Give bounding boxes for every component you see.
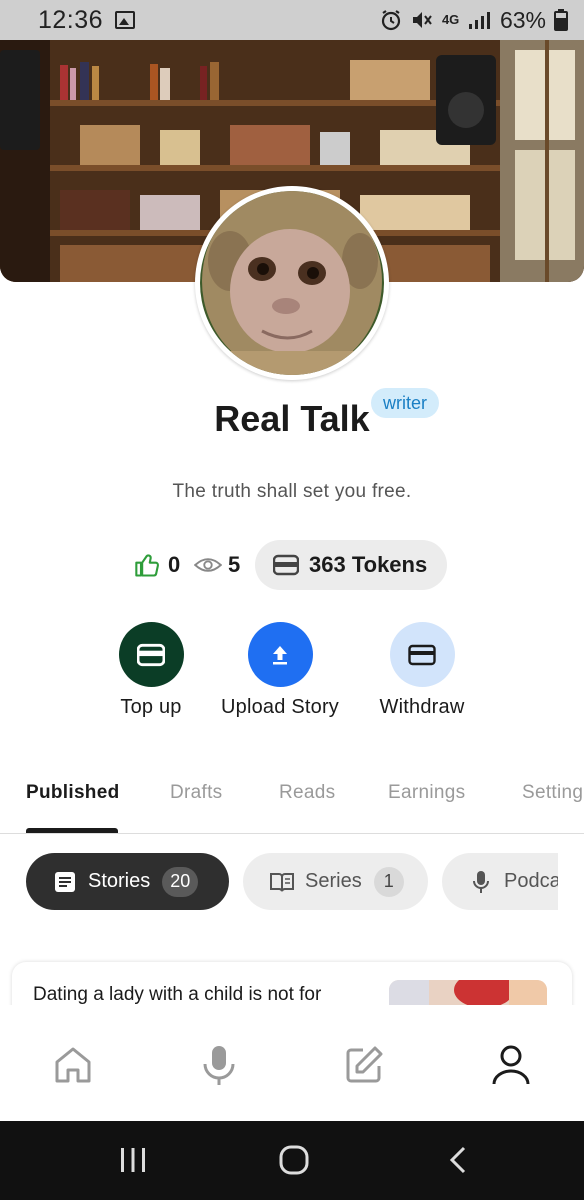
upload-story-circle [247, 622, 313, 687]
battery-percent: 63% [499, 6, 546, 33]
story-title: Dating a lady with a child is not for [33, 984, 322, 1005]
back-button[interactable] [446, 1145, 470, 1175]
card-icon [408, 644, 436, 665]
upload-story-button[interactable]: Upload Story [220, 622, 340, 719]
withdraw-label: Withdraw [379, 696, 465, 718]
tab-settings[interactable]: Setting [522, 782, 583, 804]
profile-avatar[interactable] [195, 186, 389, 380]
chip-series[interactable]: Series 1 [243, 853, 428, 910]
chip-stories[interactable]: Stories 20 [26, 853, 229, 910]
content-type-chips: Stories 20 Series 1 Podca [0, 853, 558, 911]
home-button[interactable] [279, 1145, 309, 1175]
mute-icon [412, 12, 432, 28]
eye-icon [194, 558, 222, 572]
chip-series-count: 1 [373, 866, 404, 897]
role-badge: writer [371, 388, 439, 418]
status-time: 12:36 [38, 5, 104, 34]
book-icon [270, 872, 294, 891]
views-count: 5 [228, 552, 241, 577]
tab-published[interactable]: Published [26, 782, 120, 804]
battery-icon [554, 9, 568, 31]
tab-indicator [26, 828, 118, 833]
chip-series-label: Series [305, 870, 362, 892]
alarm-icon [381, 10, 401, 31]
tab-reads[interactable]: Reads [279, 782, 335, 804]
profile-name: Real Talk [214, 398, 370, 439]
withdraw-button[interactable]: Withdraw [378, 622, 466, 719]
microphone-icon [203, 1046, 235, 1085]
nav-home[interactable] [51, 1043, 95, 1087]
status-bar: 12:36 4G 63% [0, 0, 584, 40]
edit-icon [346, 1046, 383, 1083]
wallet-icon [137, 643, 165, 666]
status-icons: 4G 63% [380, 7, 568, 34]
chip-podcasts-label: Podca [504, 870, 558, 892]
tab-earnings[interactable]: Earnings [388, 782, 465, 804]
top-up-label: Top up [120, 696, 182, 718]
top-up-button[interactable]: Top up [117, 622, 185, 719]
chip-stories-label: Stories [88, 870, 151, 892]
wallet-icon [273, 554, 299, 576]
thumbs-up-icon [135, 554, 159, 577]
monkey-avatar-image [200, 191, 384, 375]
views-stat: 5 [194, 540, 240, 590]
microphone-icon [473, 870, 489, 893]
upload-story-label: Upload Story [220, 696, 339, 718]
profile-bio: The truth shall set you free. [172, 481, 412, 502]
nav-profile[interactable] [489, 1043, 533, 1087]
chip-stories-count: 20 [162, 866, 199, 897]
upload-icon [273, 645, 287, 664]
likes-stat: 0 [134, 540, 180, 590]
profile-icon [492, 1045, 530, 1085]
top-up-circle [118, 622, 184, 687]
chip-podcasts[interactable]: Podca [442, 853, 558, 910]
profile-screen: 12:36 4G 63% Real Talk writer The truth … [0, 0, 584, 1200]
network-type: 4G [441, 12, 460, 27]
likes-count: 0 [168, 552, 181, 577]
profile-stats: 0 5 363 Tokens [0, 540, 584, 590]
home-circle-icon [279, 1145, 309, 1175]
nav-write[interactable] [342, 1043, 386, 1087]
article-icon [55, 871, 75, 892]
system-navigation-bar [0, 1121, 584, 1200]
nav-podcasts[interactable] [197, 1043, 241, 1087]
recent-apps-button[interactable] [118, 1145, 148, 1175]
tab-drafts[interactable]: Drafts [170, 782, 222, 804]
home-icon [55, 1047, 91, 1083]
gallery-notification-icon [115, 11, 136, 29]
content-tabs: Published Drafts Reads Earnings Setting [0, 770, 584, 834]
recent-apps-icon [121, 1148, 145, 1172]
back-icon [449, 1146, 466, 1174]
withdraw-circle [389, 622, 455, 687]
tokens-balance[interactable]: 363 Tokens [255, 540, 447, 590]
signal-icon [468, 12, 490, 29]
bottom-navigation [0, 1005, 584, 1121]
tokens-label: 363 Tokens [309, 552, 428, 577]
